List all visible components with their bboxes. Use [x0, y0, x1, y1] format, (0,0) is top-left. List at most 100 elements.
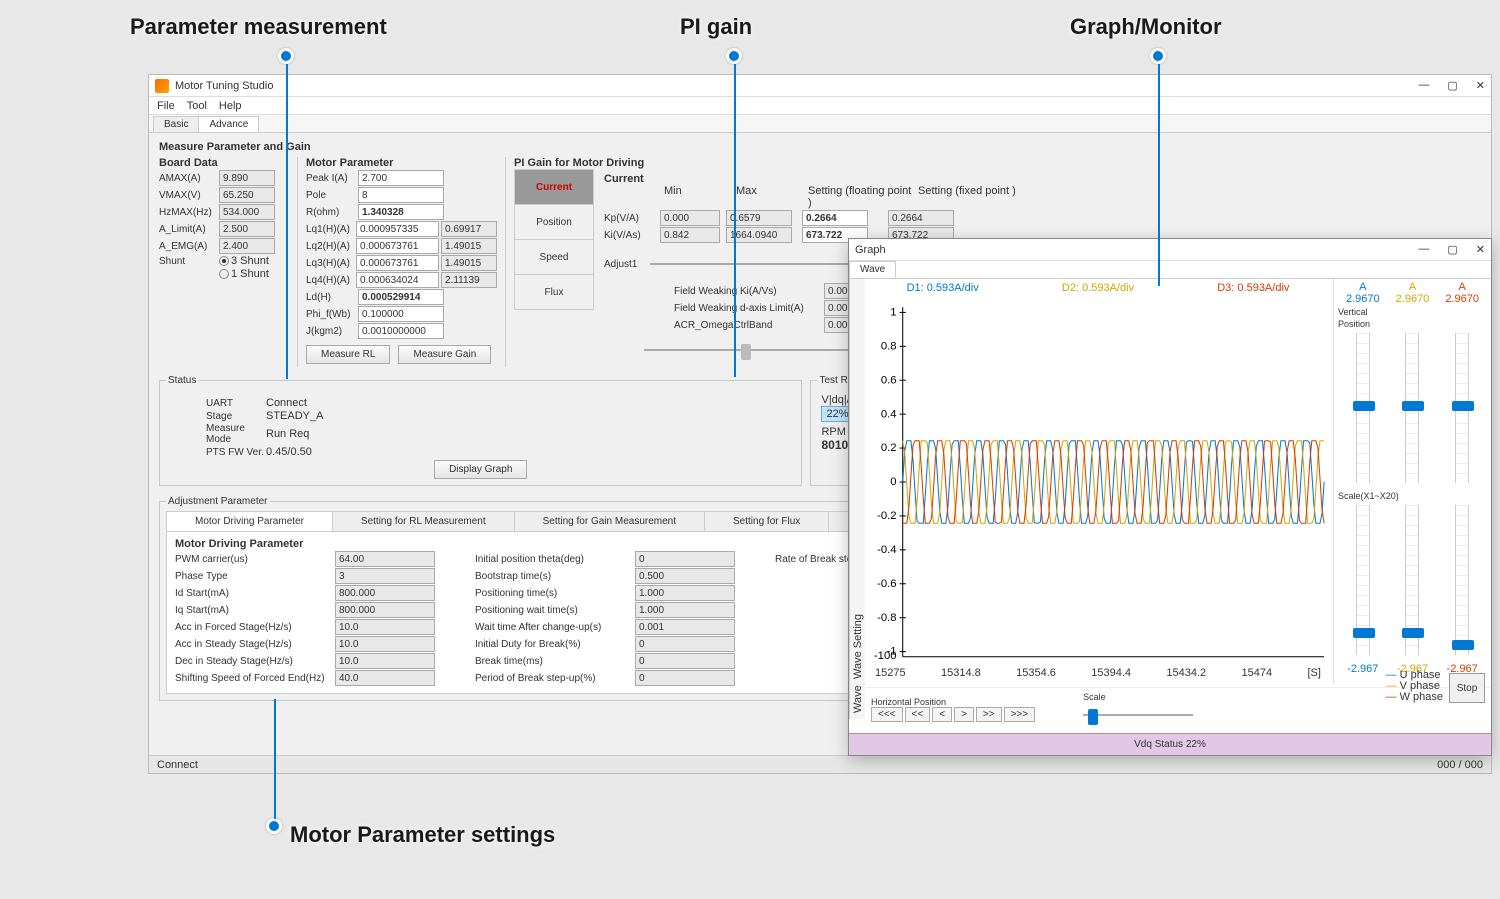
callout-param-measure: Parameter measurement	[130, 14, 387, 40]
vscale-slider-3[interactable]	[1455, 505, 1469, 655]
board-A_EMG(A)[interactable]: 2.400	[219, 238, 275, 254]
vpos-slider-3[interactable]	[1455, 333, 1469, 483]
adj-tab-0[interactable]: Motor Driving Parameter	[166, 511, 333, 531]
adj-Iq Start(mA)[interactable]: 800.000	[335, 602, 435, 618]
adj-Id Start(mA)[interactable]: 800.000	[335, 585, 435, 601]
close-icon[interactable]: ✕	[1476, 79, 1485, 92]
adj-Phase Type[interactable]: 3	[335, 568, 435, 584]
nav->>[interactable]: >>	[976, 707, 1002, 722]
board-data-title: Board Data	[159, 157, 289, 169]
motor-9[interactable]: 0.0010000000	[358, 323, 444, 339]
side-tab-wave[interactable]: Wave	[852, 685, 863, 713]
tab-advance[interactable]: Advance	[198, 116, 259, 132]
graph-stop-button[interactable]: Stop	[1449, 673, 1485, 703]
maximize-icon[interactable]: ▢	[1447, 79, 1457, 92]
graph-title: Graph	[855, 244, 886, 256]
adj-Initial Duty for Break(%)[interactable]: 0	[635, 636, 735, 652]
board-HzMAX(Hz)[interactable]: 534.000	[219, 204, 275, 220]
adj-tab-2[interactable]: Setting for Gain Measurement	[514, 511, 705, 531]
motor-3[interactable]: 0.000957335	[356, 221, 439, 237]
adj-tab-3[interactable]: Setting for Flux	[704, 511, 829, 531]
adj-Shifting Speed of Forced End(Hz)[interactable]: 40.0	[335, 670, 435, 686]
motor-8[interactable]: 0.100000	[358, 306, 444, 322]
motor-4[interactable]: 0.000673761	[356, 238, 439, 254]
graph-min-icon[interactable]: —	[1418, 243, 1429, 256]
tab-wave[interactable]: Wave	[849, 261, 896, 278]
nav-<[interactable]: <	[932, 707, 952, 722]
display-graph-button[interactable]: Display Graph	[434, 460, 527, 479]
adj-Bootstrap time(s)[interactable]: 0.500	[635, 568, 735, 584]
motor-1[interactable]: 8	[358, 187, 444, 203]
graph-window[interactable]: Graph —▢✕ Wave Wave Wave Setting D1: 0.5…	[848, 238, 1492, 756]
measure-rl-button[interactable]: Measure RL	[306, 345, 390, 364]
titlebar[interactable]: Motor Tuning Studio — ▢ ✕	[149, 75, 1491, 97]
adj-Positioning time(s)[interactable]: 1.000	[635, 585, 735, 601]
vpos-slider-2[interactable]	[1405, 333, 1419, 483]
adj-Dec in Steady Stage(Hz/s)[interactable]: 10.0	[335, 653, 435, 669]
adj-tab-1[interactable]: Setting for RL Measurement	[332, 511, 515, 531]
measure-gain-button[interactable]: Measure Gain	[398, 345, 491, 364]
legend-d2: D2: 0.593A/div	[1062, 282, 1134, 294]
side-tab-wave-setting[interactable]: Wave Setting	[852, 614, 863, 679]
svg-text:0.2: 0.2	[881, 442, 897, 454]
vscale-slider-2[interactable]	[1405, 505, 1419, 655]
svg-text:-100: -100	[874, 650, 897, 662]
adj-PWM carrier(us)[interactable]: 64.00	[335, 551, 435, 567]
graph-statusbar: Vdq Status 22%	[849, 733, 1491, 755]
adj-Break time(ms)[interactable]: 0	[635, 653, 735, 669]
pi-tab-current[interactable]: Current	[514, 169, 594, 205]
adj-Positioning wait time(s)[interactable]: 1.000	[635, 602, 735, 618]
minimize-icon[interactable]: —	[1418, 79, 1429, 92]
legend-d3: D3: 0.593A/div	[1217, 282, 1289, 294]
tab-basic[interactable]: Basic	[153, 116, 199, 132]
pi-secondary-slider[interactable]	[644, 341, 874, 359]
adj-Acc in Steady Stage(Hz/s)[interactable]: 10.0	[335, 636, 435, 652]
menu-help[interactable]: Help	[219, 100, 242, 112]
svg-text:0.6: 0.6	[881, 374, 897, 386]
menu-file[interactable]: File	[157, 100, 175, 112]
pi-gain-title: PI Gain for Motor Driving	[514, 157, 1481, 169]
nav->[interactable]: >	[954, 707, 974, 722]
phase-legend: — U phase — V phase — W phase	[1386, 670, 1443, 703]
nav-<<<[interactable]: <<<	[871, 707, 903, 722]
svg-text:-0.4: -0.4	[877, 544, 896, 556]
svg-text:1: 1	[890, 307, 896, 319]
status-legend: Status	[166, 375, 198, 386]
pi-tab-position[interactable]: Position	[514, 204, 594, 240]
motor-2[interactable]: 1.340328	[358, 204, 444, 220]
vscale-slider-1[interactable]	[1356, 505, 1370, 655]
board-AMAX(A)[interactable]: 9.890	[219, 170, 275, 186]
graph-max-icon[interactable]: ▢	[1447, 243, 1457, 256]
shunt-label: Shunt	[159, 256, 219, 267]
motor-6[interactable]: 0.000634024	[356, 272, 439, 288]
adj-Initial position theta(deg)[interactable]: 0	[635, 551, 735, 567]
svg-text:-0.2: -0.2	[877, 510, 896, 522]
radio-3shunt[interactable]	[219, 256, 229, 266]
nav->>>[interactable]: >>>	[1004, 707, 1036, 722]
adj-Period of Break step-up(%)[interactable]: 0	[635, 670, 735, 686]
hscale-slider[interactable]	[1083, 706, 1193, 724]
motor-7[interactable]: 0.000529914	[358, 289, 444, 305]
waveform-plot: 10.80.60.40.20-0.2-0.4-0.6-0.8-1-100	[865, 297, 1331, 667]
graph-close-icon[interactable]: ✕	[1476, 243, 1485, 256]
vpos-slider-1[interactable]	[1356, 333, 1370, 483]
menu-tool[interactable]: Tool	[187, 100, 207, 112]
adj-Acc in Forced Stage(Hz/s)[interactable]: 10.0	[335, 619, 435, 635]
svg-text:0: 0	[890, 476, 896, 488]
footer: Connect 000 / 000	[149, 755, 1491, 773]
adj-Wait time After change-up(s)[interactable]: 0.001	[635, 619, 735, 635]
board-A_Limit(A)[interactable]: 2.500	[219, 221, 275, 237]
window-title: Motor Tuning Studio	[175, 80, 273, 92]
motor-5[interactable]: 0.000673761	[356, 255, 439, 271]
callout-motor-param: Motor Parameter settings	[290, 822, 555, 848]
pi-tab-flux[interactable]: Flux	[514, 274, 594, 310]
svg-text:-0.8: -0.8	[877, 612, 896, 624]
nav-<<[interactable]: <<	[905, 707, 931, 722]
motor-0[interactable]: 2.700	[358, 170, 444, 186]
radio-1shunt[interactable]	[219, 269, 229, 279]
board-VMAX(V)[interactable]: 65.250	[219, 187, 275, 203]
pi-tab-speed[interactable]: Speed	[514, 239, 594, 275]
svg-text:0.4: 0.4	[881, 408, 897, 420]
adj-legend: Adjustment Parameter	[166, 496, 270, 507]
app-icon	[155, 79, 169, 93]
